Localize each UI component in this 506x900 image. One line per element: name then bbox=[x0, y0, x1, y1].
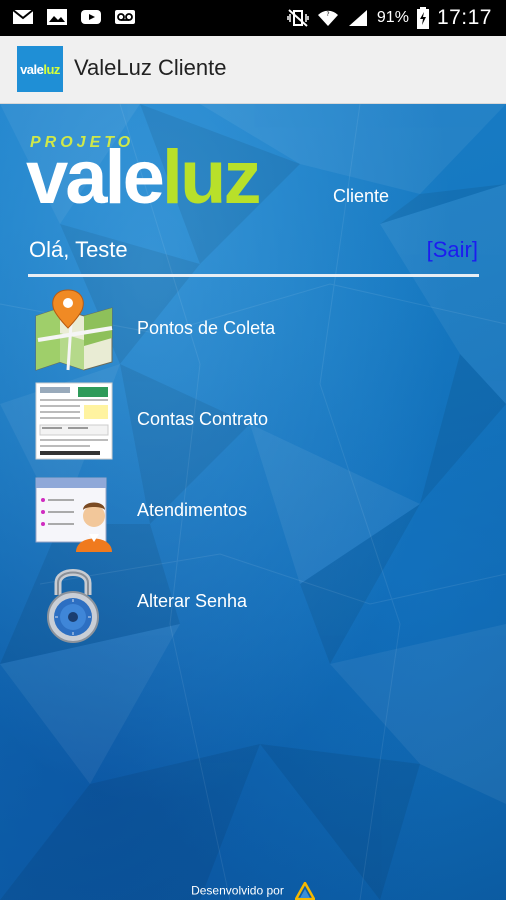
logout-link[interactable]: [Sair] bbox=[427, 237, 478, 263]
greeting: Olá, Teste bbox=[29, 237, 128, 262]
svg-text:?: ? bbox=[326, 11, 329, 18]
padlock-icon bbox=[47, 569, 99, 643]
wifi-icon: ? bbox=[317, 10, 338, 26]
footer: Desenvolvido por bbox=[0, 880, 506, 900]
vibrate-icon bbox=[287, 9, 309, 27]
app-icon-vale: vale bbox=[20, 61, 44, 77]
battery-percent: 91% bbox=[376, 9, 409, 26]
document-icon bbox=[35, 382, 113, 460]
voicemail-icon bbox=[115, 10, 135, 24]
status-bar: ? 91% 17:17 bbox=[0, 0, 506, 36]
logo-valeluz: valeluz bbox=[26, 140, 261, 216]
menu-label-alterar-senha: Alterar Senha bbox=[137, 591, 248, 611]
signal-icon bbox=[348, 10, 367, 26]
user-card-icon bbox=[35, 477, 112, 552]
logo-cliente: Cliente bbox=[333, 186, 390, 206]
action-bar: valeluz ValeLuz Cliente bbox=[0, 36, 506, 104]
menu-label-atendimentos: Atendimentos bbox=[137, 500, 248, 520]
logo-luz: luz bbox=[161, 135, 262, 220]
main-screen: PROJETO valeluz Cliente Olá, Teste [Sair… bbox=[0, 104, 506, 900]
gmail-icon bbox=[12, 9, 34, 24]
logo-vale: vale bbox=[26, 135, 165, 220]
app-title: ValeLuz Cliente bbox=[74, 55, 227, 80]
battery-icon bbox=[416, 7, 429, 29]
menu-item-alterar-senha[interactable]: Alterar Senha bbox=[28, 561, 479, 645]
menu-label-pontos-de-coleta: Pontos de Coleta bbox=[137, 318, 276, 338]
youtube-icon bbox=[81, 10, 101, 24]
app-logo-icon: valeluz bbox=[17, 46, 63, 92]
menu-label-contas-contrato: Contas Contrato bbox=[137, 409, 269, 429]
menu-item-contas-contrato[interactable]: Contas Contrato bbox=[28, 379, 479, 463]
gallery-icon bbox=[47, 9, 67, 25]
footer-text: Desenvolvido por bbox=[191, 883, 284, 898]
menu-item-pontos-de-coleta[interactable]: Pontos de Coleta bbox=[28, 288, 479, 372]
divider bbox=[28, 274, 479, 277]
developer-logo-icon bbox=[294, 881, 315, 900]
menu-item-atendimentos[interactable]: Atendimentos bbox=[28, 470, 479, 554]
clock: 17:17 bbox=[436, 6, 492, 29]
map-pin-icon bbox=[35, 289, 113, 371]
app-icon-luz: luz bbox=[43, 61, 60, 77]
